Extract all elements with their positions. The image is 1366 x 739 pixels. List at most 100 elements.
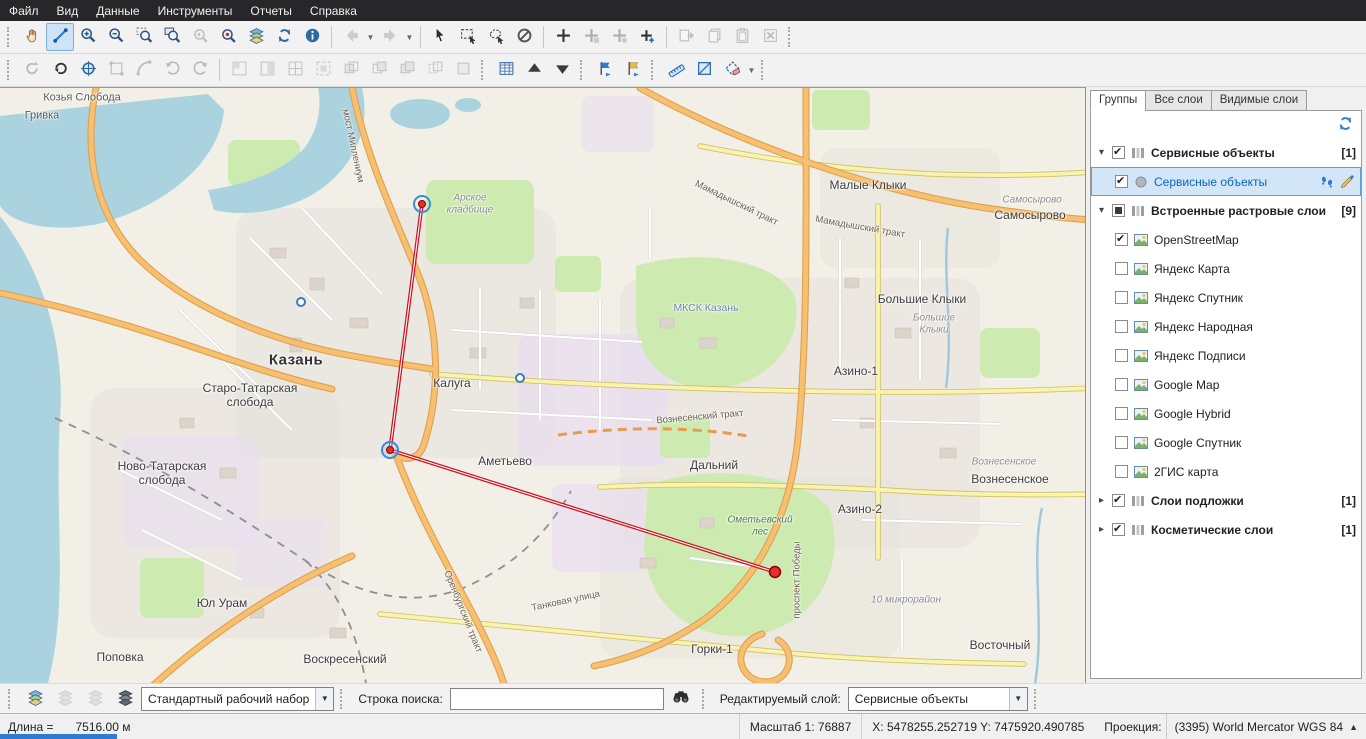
center-view-button[interactable] [74, 56, 102, 84]
map-canvas[interactable]: Козья Слобода Гривка Казань Старо-Татарс… [0, 87, 1085, 683]
arc-segment-button[interactable] [130, 56, 158, 84]
toolbar-overflow-grip[interactable] [761, 60, 768, 80]
workset-manage-button[interactable] [111, 685, 139, 713]
rotate-right-button[interactable] [186, 56, 214, 84]
nav-back-button[interactable] [337, 23, 365, 51]
toolbar-grip[interactable] [340, 689, 347, 709]
delete-object-button[interactable] [756, 23, 784, 51]
nav-forward-button[interactable] [376, 23, 404, 51]
add-object-button[interactable] [549, 23, 577, 51]
toolbar-grip[interactable] [702, 689, 709, 709]
measure-clear-button[interactable] [718, 56, 746, 84]
select-rectangle-button[interactable] [454, 23, 482, 51]
menu-data[interactable]: Данные [87, 1, 148, 21]
footprints-icon[interactable] [1319, 174, 1335, 190]
copy-object-button[interactable] [700, 23, 728, 51]
select-lasso-button[interactable] [482, 23, 510, 51]
toolbar-grip[interactable] [8, 689, 15, 709]
move-vertex-button[interactable] [102, 56, 130, 84]
layer-checkbox[interactable] [1115, 378, 1128, 391]
tab-groups[interactable]: Группы [1090, 90, 1146, 111]
toolbar-grip[interactable] [1034, 689, 1041, 709]
zoom-out-button[interactable] [102, 23, 130, 51]
frame-tool-1-button[interactable] [225, 56, 253, 84]
layer-checkbox[interactable] [1112, 523, 1125, 536]
layer-group-row[interactable]: ▾ Сервисные объекты [1] [1091, 138, 1361, 167]
expander-icon[interactable]: ▸ [1096, 524, 1107, 535]
expander-icon[interactable]: ▾ [1096, 205, 1107, 216]
frame-tool-3-button[interactable] [281, 56, 309, 84]
toolbar-overflow-grip[interactable] [788, 27, 795, 47]
layer-row-yandex-public[interactable]: Яндекс Народная [1091, 312, 1361, 341]
geometry-tool-2-button[interactable] [365, 56, 393, 84]
paste-object-button[interactable] [728, 23, 756, 51]
toolbar-grip[interactable] [651, 60, 658, 80]
layer-checkbox[interactable] [1115, 349, 1128, 362]
search-button[interactable] [666, 686, 696, 712]
layer-row-yandex-map[interactable]: Яндекс Карта [1091, 254, 1361, 283]
layer-row-google-hybrid[interactable]: Google Hybrid [1091, 399, 1361, 428]
layer-row-openstreetmap[interactable]: OpenStreetMap [1091, 225, 1361, 254]
workset-save-button[interactable] [51, 685, 79, 713]
nav-back-dropdown-arrow[interactable]: ▼ [365, 25, 376, 49]
move-down-button[interactable] [548, 56, 576, 84]
toolbar-grip[interactable] [7, 60, 14, 80]
layer-row-service-objects[interactable]: Сервисные объекты [1091, 167, 1361, 196]
measure-area-button[interactable] [690, 56, 718, 84]
layer-row-yandex-satellite[interactable]: Яндекс Спутник [1091, 283, 1361, 312]
add-child-object-button[interactable] [577, 23, 605, 51]
geometry-tool-5-button[interactable] [449, 56, 477, 84]
menu-view[interactable]: Вид [48, 1, 88, 21]
add-point-object-button[interactable] [633, 23, 661, 51]
measure-line-tool-button[interactable] [46, 23, 74, 51]
menu-reports[interactable]: Отчеты [241, 1, 300, 21]
expander-icon[interactable]: ▾ [1096, 147, 1107, 158]
undo-button[interactable] [46, 56, 74, 84]
layer-row-2gis-map[interactable]: 2ГИС карта [1091, 457, 1361, 486]
projection-combobox[interactable]: (3395) World Mercator WGS 84 ▲ [1166, 714, 1366, 739]
tab-visible-layers[interactable]: Видимые слои [1211, 90, 1307, 111]
toolbar-grip[interactable] [7, 27, 14, 47]
select-cursor-button[interactable] [426, 23, 454, 51]
layer-checkbox[interactable] [1115, 320, 1128, 333]
geometry-tool-4-button[interactable] [421, 56, 449, 84]
layer-row-google-satellite[interactable]: Google Спутник [1091, 428, 1361, 457]
menu-tools[interactable]: Инструменты [149, 1, 242, 21]
layer-group-row[interactable]: ▸ Косметические слои [1] [1091, 515, 1361, 544]
rotate-ccw-button[interactable] [18, 56, 46, 84]
layer-checkbox[interactable] [1115, 465, 1128, 478]
layers-refresh-button[interactable] [1335, 115, 1355, 135]
zoom-previous-button[interactable] [186, 23, 214, 51]
layer-checkbox[interactable] [1115, 233, 1128, 246]
workset-layers-button[interactable] [21, 685, 49, 713]
tab-all-layers[interactable]: Все слои [1145, 90, 1211, 111]
chevron-down-icon[interactable]: ▼ [1009, 688, 1027, 710]
pan-hand-button[interactable] [18, 23, 46, 51]
measure-length-button[interactable] [662, 56, 690, 84]
layer-row-yandex-labels[interactable]: Яндекс Подписи [1091, 341, 1361, 370]
layers-button[interactable] [242, 23, 270, 51]
geometry-tool-3-button[interactable] [393, 56, 421, 84]
add-bookmark-flag-button[interactable] [591, 56, 619, 84]
move-up-button[interactable] [520, 56, 548, 84]
refresh-map-button[interactable] [270, 23, 298, 51]
attribute-table-button[interactable] [492, 56, 520, 84]
zoom-extent-button[interactable] [130, 23, 158, 51]
layer-checkbox[interactable] [1115, 175, 1128, 188]
workset-delete-button[interactable] [81, 685, 109, 713]
layer-checkbox[interactable] [1115, 262, 1128, 275]
layer-group-row[interactable]: ▾ Встроенные растровые слои [9] [1091, 196, 1361, 225]
layer-checkbox[interactable] [1115, 291, 1128, 304]
measure-dropdown-arrow[interactable]: ▼ [746, 58, 757, 82]
frame-tool-2-button[interactable] [253, 56, 281, 84]
layer-checkbox[interactable] [1115, 407, 1128, 420]
layer-checkbox[interactable] [1112, 146, 1125, 159]
nav-forward-dropdown-arrow[interactable]: ▼ [404, 25, 415, 49]
toolbar-grip[interactable] [481, 60, 488, 80]
menu-help[interactable]: Справка [301, 1, 366, 21]
workset-combobox[interactable]: Стандартный рабочий набор ▼ [141, 687, 334, 711]
geometry-tool-1-button[interactable] [337, 56, 365, 84]
search-input[interactable] [450, 688, 664, 710]
insert-vertex-button[interactable] [605, 23, 633, 51]
toolbar-grip[interactable] [580, 60, 587, 80]
